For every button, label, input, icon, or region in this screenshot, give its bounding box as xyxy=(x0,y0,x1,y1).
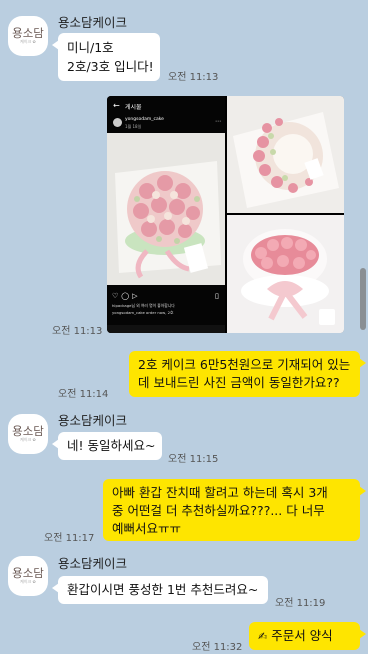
post-likes: hlpackage님 외 여러 명이 좋아합니다 xyxy=(112,303,175,308)
post-header-title: 게시물 xyxy=(125,104,142,111)
received-message-bubble[interactable]: 미니/1호 2호/3호 입니다! xyxy=(52,33,160,81)
message-text: 주문서 양식 xyxy=(271,628,333,643)
avatar-logo-sub: 케이크 ✿ xyxy=(20,437,36,442)
back-arrow-icon: ← xyxy=(113,101,120,110)
message-timestamp: 오전 11:17 xyxy=(44,533,95,544)
message-text: 환갑이시면 풍성한 1번 추천드려요~ xyxy=(67,582,259,597)
message-line: 데 보내드린 사진 금액이 동일한가요?? xyxy=(138,375,340,390)
post-bottom-bar xyxy=(107,325,225,333)
message-timestamp: 오전 11:32 xyxy=(192,642,243,653)
sent-message-bubble[interactable]: 아빠 환갑 잔치때 할려고 하는데 혹시 3개 중 어떤걸 더 추천하실까요??… xyxy=(103,479,366,541)
message-line: 미니/1호 xyxy=(67,40,114,55)
cake-photo xyxy=(107,133,225,285)
instagram-post-screenshot[interactable]: ← 게시물 yongsodam_cake 1월 18일 ⋯ ♡◯▷ ▯ hlpa… xyxy=(107,96,225,333)
sent-message-bubble[interactable]: ✍ 주문서 양식 xyxy=(249,622,366,650)
photo-collage[interactable]: ← 게시물 yongsodam_cake 1월 18일 ⋯ ♡◯▷ ▯ hlpa… xyxy=(107,96,344,333)
message-text: 네! 동일하세요~ xyxy=(67,438,156,453)
message-line: 2호/3호 입니다! xyxy=(67,59,154,74)
sender-name: 용소담케이크 xyxy=(58,556,128,571)
bookmark-icon: ▯ xyxy=(215,292,219,300)
avatar-logo-text: 용소담 xyxy=(12,424,44,438)
cake-photo-2 xyxy=(227,96,344,213)
account-avatar xyxy=(113,118,122,127)
message-timestamp: 오전 11:13 xyxy=(168,72,219,83)
post-caption: yongsodam_cake order now, 2호 xyxy=(112,310,174,315)
sender-avatar[interactable]: 용소담 케이크 ✿ xyxy=(8,556,48,596)
scrollbar-thumb[interactable] xyxy=(360,268,366,330)
message-line: 중 어떤걸 더 추천하실까요???... 다 너무 xyxy=(112,503,325,518)
message-timestamp: 오전 11:19 xyxy=(275,598,326,609)
cake-photo-3 xyxy=(227,215,344,333)
more-options-icon: ⋯ xyxy=(215,118,221,125)
post-action-icons: ♡◯▷ xyxy=(112,292,141,300)
sender-name: 용소담케이크 xyxy=(58,15,128,30)
message-line: 아빠 환갑 잔치때 할려고 하는데 혹시 3개 xyxy=(112,485,328,500)
received-message-bubble[interactable]: 네! 동일하세요~ xyxy=(52,432,162,460)
message-line: 예뻐서요ㅠㅠ xyxy=(112,521,182,536)
sender-avatar[interactable]: 용소담 케이크 ✿ xyxy=(8,16,48,56)
sender-avatar[interactable]: 용소담 케이크 ✿ xyxy=(8,414,48,454)
message-timestamp: 오전 11:15 xyxy=(168,454,219,465)
avatar-logo-text: 용소담 xyxy=(12,566,44,580)
message-timestamp: 오전 11:14 xyxy=(58,389,109,400)
pencil-icon: ✍ xyxy=(258,630,268,643)
post-date: 1월 18일 xyxy=(125,124,142,129)
avatar-logo-sub: 케이크 ✿ xyxy=(20,579,36,584)
account-name: yongsodam_cake xyxy=(125,117,164,122)
sent-message-bubble[interactable]: 2호 케이크 6만5천원으로 기재되어 있는 데 보내드린 사진 금액이 동일한… xyxy=(129,351,366,397)
sender-name: 용소담케이크 xyxy=(58,413,128,428)
avatar-logo-text: 용소담 xyxy=(12,26,44,40)
message-timestamp: 오전 11:13 xyxy=(52,326,103,337)
avatar-logo-sub: 케이크 ✿ xyxy=(20,39,36,44)
message-line: 2호 케이크 6만5천원으로 기재되어 있는 xyxy=(138,357,351,372)
received-message-bubble[interactable]: 환갑이시면 풍성한 1번 추천드려요~ xyxy=(52,576,268,604)
